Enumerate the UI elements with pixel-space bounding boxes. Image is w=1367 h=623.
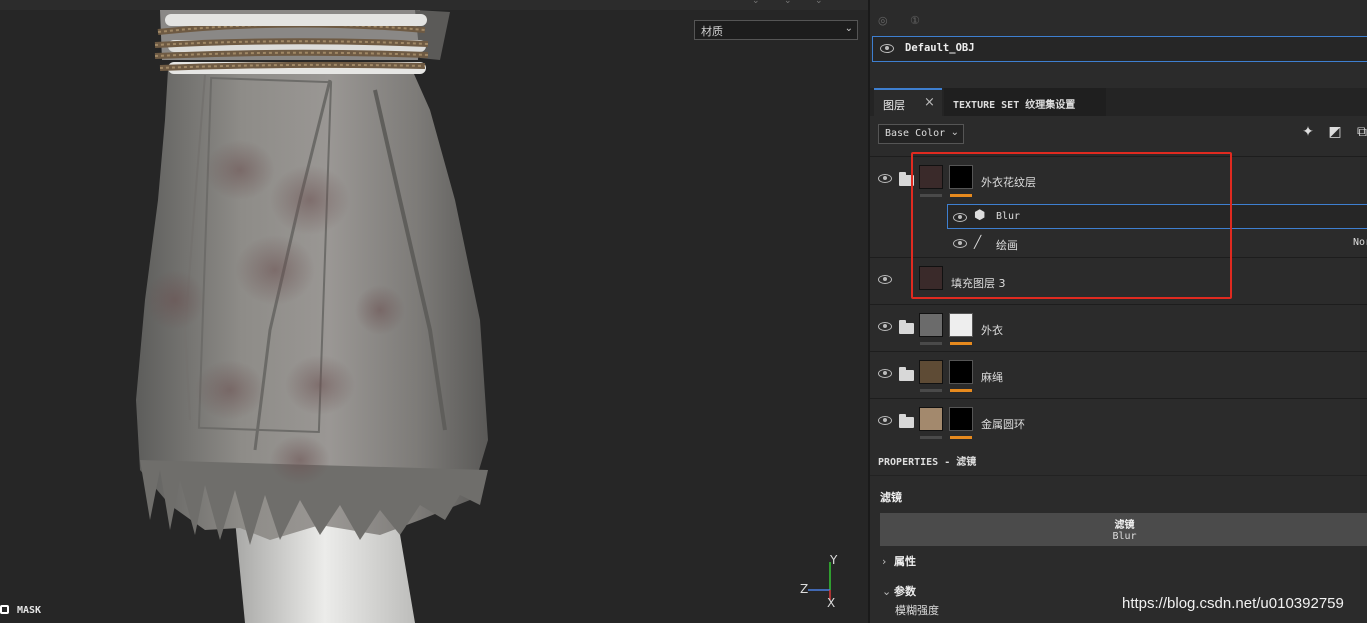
axis-x-label: X	[827, 596, 835, 610]
eye-icon[interactable]	[878, 275, 892, 284]
folder-icon	[899, 320, 914, 334]
chevron-right-icon: ›	[882, 555, 887, 568]
axis-z-label: Z	[800, 582, 808, 596]
eye-icon[interactable]	[878, 174, 892, 183]
channel-select[interactable]: Base Color ⌄	[878, 124, 964, 144]
eye-icon[interactable]	[878, 322, 892, 331]
section-attributes[interactable]: › 属性	[882, 553, 916, 569]
layer-row[interactable]: 外衣	[870, 304, 1367, 351]
mask-bar	[950, 342, 972, 345]
param-blur-strength: 模糊强度	[895, 604, 939, 617]
section-params-label: 参数	[894, 585, 916, 598]
layer-row[interactable]: 金属圆环	[870, 398, 1367, 442]
layer-bar	[920, 436, 942, 439]
filter-box-heading: 滤镜	[1114, 520, 1135, 531]
layer-mask-thumbnail	[949, 313, 973, 337]
right-panel: ◎ ① Default_OBJ 图层 × TEXTURE SET 纹理集设置 B…	[868, 0, 1367, 623]
mask-label-text: MASK	[17, 605, 42, 616]
garment-model	[136, 10, 488, 623]
mask-bar	[950, 436, 972, 439]
axis-y-label: Y	[829, 553, 838, 567]
chevron-down-icon: ⌄	[950, 127, 959, 138]
section-params[interactable]: ⌄ 参数	[882, 583, 916, 599]
layer-name: 外衣	[981, 324, 1003, 337]
layer-thumbnail	[919, 407, 943, 431]
3d-viewport[interactable]: ⌄ ⌄ ⌄ 材质 ⌄ Y Z X MASK	[0, 0, 868, 623]
mask-icon	[0, 605, 9, 614]
info-icon[interactable]: ①	[910, 14, 920, 27]
texture-set-name: Default_OBJ	[905, 42, 975, 54]
eye-icon[interactable]	[878, 369, 892, 378]
chevron-down-icon: ⌄	[882, 585, 892, 598]
tab-layers-label: 图层	[883, 99, 905, 112]
eye-hidden-icon[interactable]: ◎	[878, 14, 888, 27]
layer-name: 麻绳	[981, 371, 1003, 384]
layer-row[interactable]: 麻绳	[870, 351, 1367, 398]
magic-wand-icon[interactable]: ✦	[1298, 124, 1318, 144]
mask-bar	[950, 389, 972, 392]
panel-tabs: 图层 × TEXTURE SET 纹理集设置	[870, 88, 1367, 116]
material-select-value: 材质	[701, 25, 723, 38]
filter-selector[interactable]: 滤镜 Blur	[880, 513, 1367, 546]
layer-thumbnail	[919, 313, 943, 337]
layer-bar	[920, 342, 942, 345]
properties-title: PROPERTIES - 滤镜	[878, 457, 977, 468]
tab-layers[interactable]: 图层 ×	[874, 88, 942, 116]
material-select[interactable]: 材质 ⌄	[694, 20, 858, 40]
folder-icon	[899, 367, 914, 381]
divider	[870, 475, 1367, 476]
chevron-down-icon: ⌄	[844, 23, 853, 34]
texture-set-header: ◎ ①	[870, 8, 1367, 34]
tab-texture-set-settings[interactable]: TEXTURE SET 纹理集设置	[944, 88, 1106, 116]
annotation-highlight	[911, 152, 1232, 299]
layer-mask-thumbnail	[949, 407, 973, 431]
tab-texture-set-label: TEXTURE SET 纹理集设置	[953, 100, 1076, 111]
add-mask-icon[interactable]: ◩	[1325, 124, 1345, 144]
add-layer-icon[interactable]: ⧉	[1352, 124, 1367, 144]
layer-mask-thumbnail	[949, 360, 973, 384]
channel-select-value: Base Color	[885, 128, 946, 139]
layer-bar	[920, 389, 942, 392]
watermark: https://blog.csdn.net/u010392759	[1122, 595, 1344, 612]
folder-icon	[899, 414, 914, 428]
layer-thumbnail	[919, 360, 943, 384]
eye-icon[interactable]	[880, 44, 894, 53]
filter-value: Blur	[1112, 531, 1137, 542]
close-icon[interactable]: ×	[924, 95, 935, 110]
texture-set-row[interactable]: Default_OBJ	[872, 36, 1367, 62]
mask-toggle[interactable]: MASK	[0, 605, 41, 616]
layer-name: 金属圆环	[981, 418, 1025, 431]
filter-heading: 滤镜	[880, 491, 902, 504]
axis-gizmo: Y Z X	[800, 553, 838, 610]
section-attributes-label: 属性	[894, 555, 916, 568]
blend-mode[interactable]: Nor	[1353, 237, 1367, 248]
eye-icon[interactable]	[878, 416, 892, 425]
